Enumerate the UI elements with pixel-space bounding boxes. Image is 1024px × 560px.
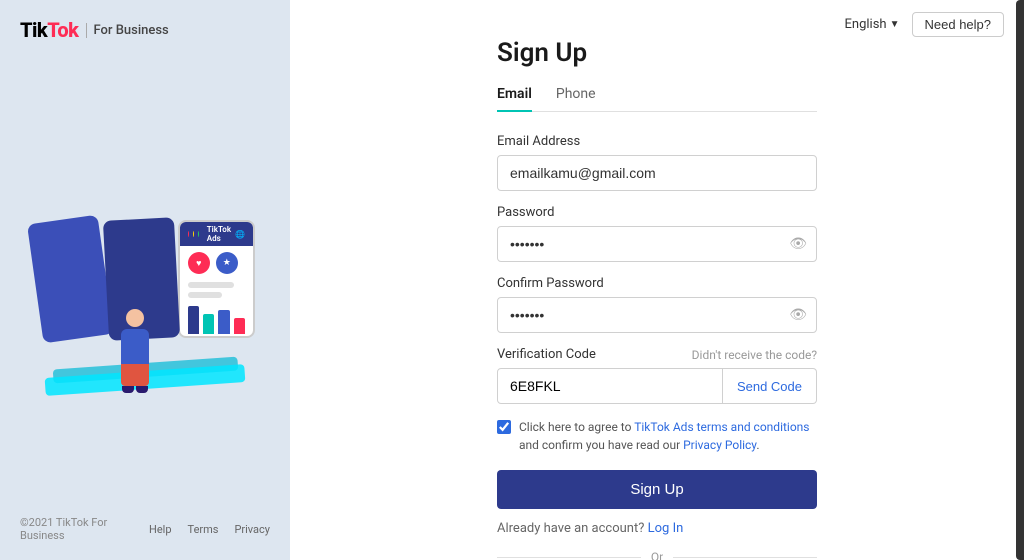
footer-links: Help Terms Privacy xyxy=(149,523,270,536)
bar-d xyxy=(234,318,245,334)
form-container: Sign Up Email Phone Email Address Passwo… xyxy=(497,0,817,560)
language-label: English xyxy=(845,17,887,32)
terms-checkbox[interactable] xyxy=(497,420,511,434)
illus-globe-icon: 🌐 xyxy=(235,230,245,239)
illus-star-icon: ★ xyxy=(216,252,238,274)
form-title: Sign Up xyxy=(497,38,817,68)
copyright: ©2021 TikTok For Business xyxy=(20,516,141,542)
chevron-down-icon: ▼ xyxy=(890,19,900,30)
figure-pants xyxy=(121,364,149,386)
figure-shoes xyxy=(105,386,165,393)
illus-header: TikTok Ads 🌐 xyxy=(180,222,253,246)
divider-line-right xyxy=(673,557,817,558)
bar-a xyxy=(188,306,199,334)
verification-label: Verification Code xyxy=(497,347,596,362)
tab-phone[interactable]: Phone xyxy=(556,86,596,112)
language-selector[interactable]: English ▼ xyxy=(845,17,900,32)
illus-mini-bars xyxy=(188,306,245,334)
password-eye-icon[interactable]: 👁 xyxy=(789,236,807,252)
dot-yellow xyxy=(193,231,194,237)
tab-email[interactable]: Email xyxy=(497,86,532,112)
password-input[interactable] xyxy=(497,226,817,262)
confirm-password-eye-icon[interactable]: 👁 xyxy=(789,307,807,323)
left-panel: TikTok For Business TikTok Ads 🌐 ♥ ★ xyxy=(0,0,290,560)
illus-title: TikTok Ads xyxy=(207,225,231,243)
footer: ©2021 TikTok For Business Help Terms Pri… xyxy=(20,516,270,546)
figure-body xyxy=(121,329,149,364)
terms-link[interactable]: TikTok Ads terms and conditions xyxy=(634,420,809,434)
confirm-password-input[interactable] xyxy=(497,297,817,333)
confirm-password-input-wrap: 👁 xyxy=(497,297,817,333)
signup-button[interactable]: Sign Up xyxy=(497,470,817,509)
resend-link[interactable]: Didn't receive the code? xyxy=(692,348,817,362)
logo-tiktok: TikTok xyxy=(20,18,78,42)
need-help-button[interactable]: Need help? xyxy=(912,12,1005,37)
right-panel: English ▼ Need help? Sign Up Email Phone… xyxy=(290,0,1024,560)
already-account-text: Already have an account? xyxy=(497,521,644,536)
checkbox-text: Click here to agree to TikTok Ads terms … xyxy=(519,418,817,454)
bar-b xyxy=(203,314,214,334)
figure-shoe-right xyxy=(136,386,148,393)
privacy-link[interactable]: Privacy Policy xyxy=(683,438,756,452)
verification-input-wrap: Send Code xyxy=(497,368,817,404)
illus-bar-1 xyxy=(188,282,234,288)
logo: TikTok For Business xyxy=(20,18,169,42)
logo-forbusiness: For Business xyxy=(86,23,168,38)
tabs: Email Phone xyxy=(497,86,817,112)
figure-head xyxy=(126,309,144,327)
password-input-wrap: 👁 xyxy=(497,226,817,262)
illustration: TikTok Ads 🌐 ♥ ★ xyxy=(35,149,255,409)
verification-field-group: Verification Code Didn't receive the cod… xyxy=(497,347,817,404)
illus-heart-icon: ♥ xyxy=(188,252,210,274)
email-input[interactable] xyxy=(497,155,817,191)
divider-line-left xyxy=(497,557,641,558)
illus-body: ♥ ★ xyxy=(180,246,253,338)
illus-icons-row: ♥ ★ xyxy=(188,252,245,274)
password-label: Password xyxy=(497,205,817,220)
email-field-group: Email Address xyxy=(497,134,817,191)
footer-terms[interactable]: Terms xyxy=(188,523,219,536)
login-link-row: Already have an account? Log In xyxy=(497,521,817,536)
footer-privacy[interactable]: Privacy xyxy=(234,523,270,536)
illus-bar-2 xyxy=(188,292,222,298)
illus-main-card: TikTok Ads 🌐 ♥ ★ xyxy=(178,220,255,338)
illus-back-card xyxy=(27,215,114,344)
password-field-group: Password 👁 xyxy=(497,205,817,262)
confirm-password-label: Confirm Password xyxy=(497,276,817,291)
login-link[interactable]: Log In xyxy=(648,521,684,536)
email-label: Email Address xyxy=(497,134,817,149)
email-input-wrap xyxy=(497,155,817,191)
divider: Or xyxy=(497,550,817,560)
verification-label-row: Verification Code Didn't receive the cod… xyxy=(497,347,817,362)
send-code-button[interactable]: Send Code xyxy=(723,368,817,404)
scrollbar[interactable] xyxy=(1016,0,1024,560)
confirm-password-field-group: Confirm Password 👁 xyxy=(497,276,817,333)
divider-text: Or xyxy=(651,550,663,560)
dot-green xyxy=(198,231,199,237)
footer-help[interactable]: Help xyxy=(149,523,172,536)
illus-spacer xyxy=(244,252,245,274)
checkbox-row: Click here to agree to TikTok Ads terms … xyxy=(497,418,817,454)
bar-c xyxy=(218,310,229,334)
top-bar: English ▼ Need help? xyxy=(825,0,1024,49)
dot-red xyxy=(188,231,189,237)
illus-figure xyxy=(105,309,165,399)
verification-input[interactable] xyxy=(497,368,723,404)
figure-shoe-left xyxy=(122,386,134,393)
